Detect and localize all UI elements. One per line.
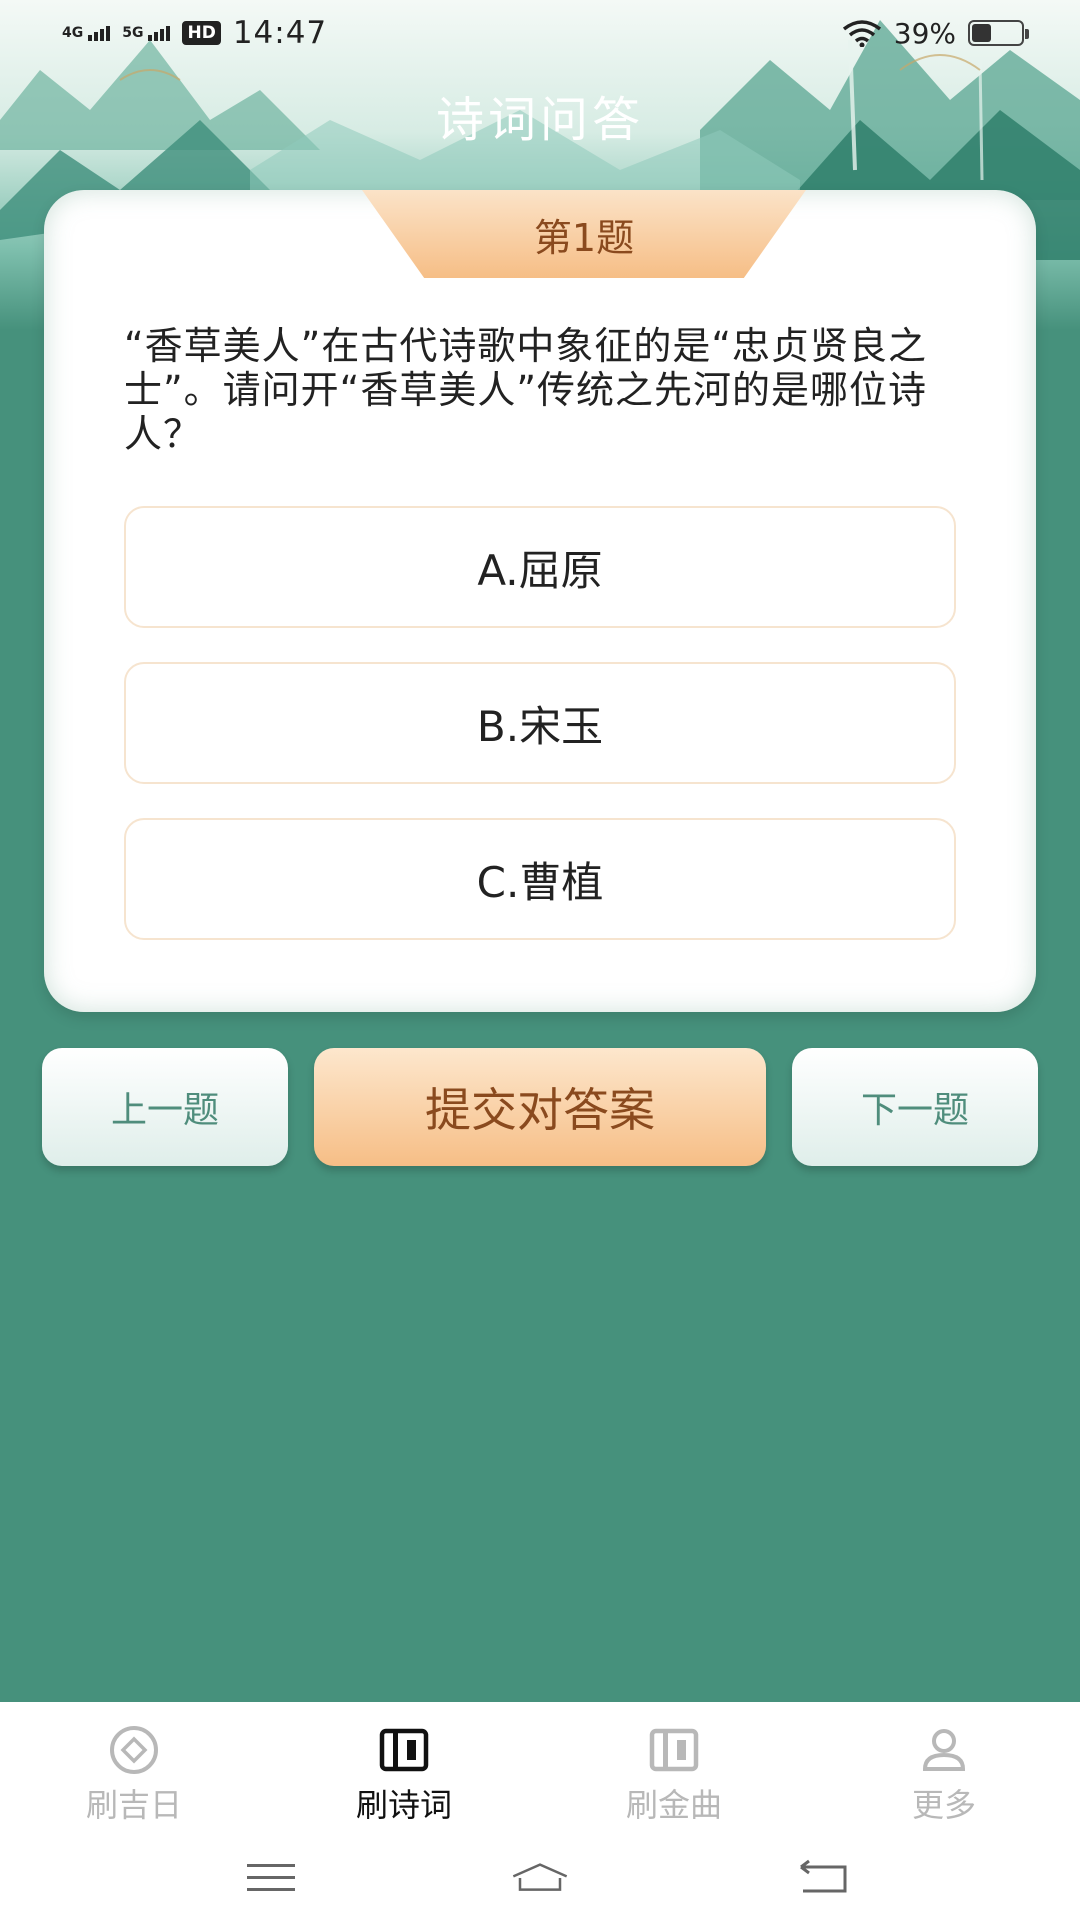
next-label: 下一题 xyxy=(860,1090,969,1131)
back-icon[interactable] xyxy=(794,1848,854,1908)
tab-label: 刷吉日 xyxy=(85,1786,182,1824)
page-title: 诗词问答 xyxy=(435,92,644,148)
book-icon xyxy=(379,1728,429,1772)
option-label: C.曹植 xyxy=(476,857,604,907)
album-icon xyxy=(649,1728,699,1772)
status-time: 14:47 xyxy=(232,15,328,51)
status-bar: 4G 5G HD 14:47 39% xyxy=(0,0,1080,66)
question-text: “香草美人”在古代诗歌中象征的是“忠贞贤良之士”。请问开“香草美人”传统之先河的… xyxy=(124,324,928,456)
option-c-button[interactable]: C.曹植 xyxy=(124,818,956,940)
hd-voice-badge: HD xyxy=(182,21,221,45)
question-card: 第1题 “香草美人”在古代诗歌中象征的是“忠贞贤良之士”。请问开“香草美人”传统… xyxy=(44,190,1036,1012)
option-b-button[interactable]: B.宋玉 xyxy=(124,662,956,784)
cellular-signal-icon: 5G xyxy=(122,25,171,41)
battery-icon xyxy=(968,20,1029,46)
menu-icon[interactable] xyxy=(241,1848,301,1908)
option-a-button[interactable]: A.屈原 xyxy=(124,506,956,628)
coin-icon xyxy=(110,1726,158,1774)
question-number-tab: 第1题 xyxy=(362,190,806,278)
cellular-signal-icon: 4G xyxy=(62,25,111,41)
tab-label: 更多 xyxy=(911,1786,976,1824)
person-icon xyxy=(922,1729,966,1771)
bottom-tab-bar: 刷吉日 刷诗词 刷金曲 更多 xyxy=(0,1702,1080,1920)
option-label: A.屈原 xyxy=(477,545,603,595)
tab-auspicious-days[interactable]: 刷吉日 xyxy=(34,1724,234,1834)
option-label: B.宋玉 xyxy=(476,701,604,751)
wifi-icon xyxy=(842,20,881,47)
tab-golden-songs[interactable]: 刷金曲 xyxy=(574,1724,774,1834)
submit-answer-button[interactable]: 提交对答案 xyxy=(314,1048,766,1166)
home-icon[interactable] xyxy=(510,1848,570,1908)
question-number: 第1题 xyxy=(533,215,635,260)
tab-label: 刷诗词 xyxy=(355,1786,452,1824)
previous-question-button[interactable]: 上一题 xyxy=(42,1048,288,1166)
system-navigation-bar xyxy=(0,1848,1080,1908)
battery-percent: 39% xyxy=(893,16,956,50)
previous-label: 上一题 xyxy=(110,1090,219,1131)
tab-label: 刷金曲 xyxy=(625,1786,722,1824)
tab-more[interactable]: 更多 xyxy=(844,1724,1044,1834)
battery-level-fill xyxy=(972,24,991,42)
next-question-button[interactable]: 下一题 xyxy=(792,1048,1038,1166)
tab-poetry[interactable]: 刷诗词 xyxy=(304,1724,504,1834)
submit-label: 提交对答案 xyxy=(425,1083,655,1137)
